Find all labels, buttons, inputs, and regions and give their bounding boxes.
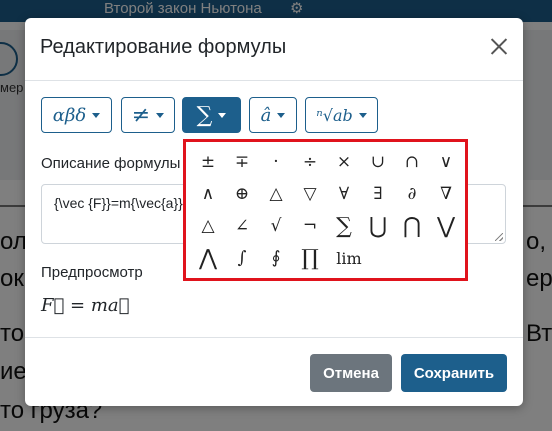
root-icon: ⁿ√ab (316, 105, 353, 125)
roots-button[interactable]: ⁿ√ab (305, 97, 378, 133)
symbol-button[interactable]: × (329, 148, 359, 176)
resize-handle[interactable] (495, 233, 503, 241)
chevron-down-icon (156, 112, 165, 118)
symbol-button[interactable]: ▽ (295, 180, 325, 208)
symbol-button[interactable]: ¬ (295, 212, 325, 240)
symbol-button[interactable]: ÷ (295, 148, 325, 176)
symbol-button[interactable]: ∫ (227, 244, 257, 272)
symbol-button[interactable]: ∪ (363, 148, 393, 176)
save-button[interactable]: Сохранить (401, 354, 507, 392)
symbol-button[interactable]: ∑ (329, 212, 359, 240)
symbol-button[interactable]: ⋁ (431, 212, 461, 240)
chevron-down-icon (218, 112, 227, 118)
modal-footer: Отмена Сохранить (25, 337, 523, 406)
chevron-down-icon (358, 112, 367, 118)
symbol-button[interactable]: ∠ (227, 212, 257, 240)
sum-icon: ∑ (196, 102, 213, 128)
chevron-down-icon (277, 112, 286, 118)
description-label: Описание формулы (41, 155, 181, 172)
symbol-button[interactable]: △ (193, 212, 223, 240)
symbol-button[interactable]: ∂ (397, 180, 427, 208)
symbol-button[interactable]: ∩ (397, 148, 427, 176)
relations-button[interactable]: ≠ (121, 97, 175, 133)
chevron-down-icon (92, 112, 101, 118)
preview-label: Предпросмотр (41, 264, 143, 281)
symbol-button[interactable]: ⋃ (363, 212, 393, 240)
greek-letters-button[interactable]: αβδ (41, 97, 112, 133)
symbol-button[interactable]: ∏ (295, 244, 325, 272)
accents-button[interactable]: â (249, 97, 297, 133)
symbol-button[interactable]: ∇ (431, 180, 461, 208)
close-icon[interactable] (487, 34, 511, 58)
greek-symbols-icon: αβδ (52, 104, 87, 126)
symbol-button[interactable]: √ (261, 212, 291, 240)
not-equal-icon: ≠ (131, 102, 151, 128)
symbol-button[interactable]: ⊕ (227, 180, 257, 208)
symbol-button[interactable]: ± (193, 148, 223, 176)
formula-preview: F⃗ = ma⃗ (41, 295, 130, 316)
symbol-button[interactable]: ∮ (261, 244, 291, 272)
symbol-button[interactable]: · (261, 148, 291, 176)
symbol-button[interactable]: △ (261, 180, 291, 208)
modal-title: Редактирование формулы (40, 36, 287, 58)
symbol-button[interactable]: lim (329, 244, 369, 272)
operators-button[interactable]: ∑ (182, 97, 241, 133)
symbol-button[interactable]: ⋀ (193, 244, 223, 272)
operators-dropdown: ± ∓ · ÷ × ∪ ∩ ∨ ∧ ⊕ △ ▽ ∀ ∃ ∂ ∇ △ ∠ √ ¬ ∑ ⋃ ⋂ ⋁ ⋀ ∫ ∮ ∏ lim (183, 139, 468, 281)
symbol-button[interactable]: ∀ (329, 180, 359, 208)
symbol-button[interactable]: ∧ (193, 180, 223, 208)
symbol-button[interactable]: ⋂ (397, 212, 427, 240)
accent-icon: â (260, 104, 272, 126)
cancel-button[interactable]: Отмена (310, 354, 392, 392)
symbol-button[interactable]: ∨ (431, 148, 461, 176)
modal-header: Редактирование формулы (25, 18, 523, 81)
symbol-button[interactable]: ∓ (227, 148, 257, 176)
symbol-button[interactable]: ∃ (363, 180, 393, 208)
formula-text: {\vec {F}}=m{\vec{a}} (54, 195, 183, 211)
